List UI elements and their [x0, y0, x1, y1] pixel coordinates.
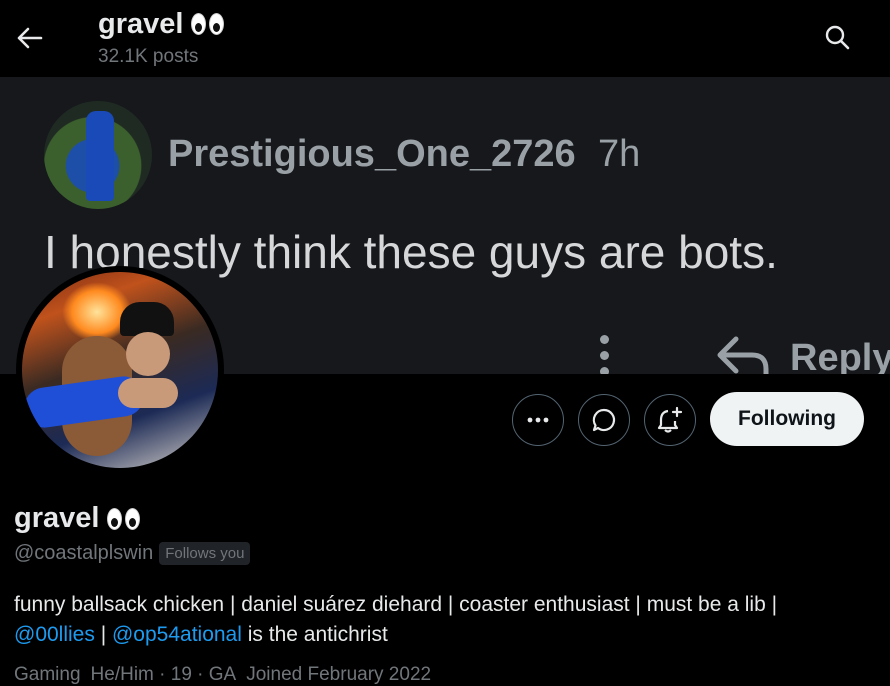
handle-row: @coastalplswin Follows you	[14, 542, 251, 565]
header-title-group: gravel 32.1K posts	[98, 6, 225, 68]
banner-more-icon	[596, 335, 612, 374]
header-name: gravel	[98, 8, 184, 40]
meta-joined: Joined February 2022	[246, 664, 432, 685]
more-dots-icon	[527, 417, 549, 423]
message-icon	[592, 408, 616, 432]
banner-time: 7h	[598, 133, 641, 175]
header-title: gravel	[98, 6, 225, 42]
profile-name: gravel	[14, 502, 141, 535]
back-arrow-icon[interactable]	[14, 22, 46, 54]
bio-mention-2[interactable]: @op54ational	[112, 623, 242, 646]
follows-you-badge: Follows you	[159, 542, 251, 565]
notify-button[interactable]	[644, 394, 696, 446]
message-button[interactable]	[578, 394, 630, 446]
meta-category: Gaming	[14, 664, 81, 685]
profile-meta: Gaming He/Him · 19 · GA Joined February …	[14, 664, 431, 686]
banner-reply-icon	[714, 335, 770, 374]
profile-name-text: gravel	[14, 502, 100, 534]
bio-text-1: funny ballsack chicken | daniel suárez d…	[14, 593, 778, 616]
avatar-photo	[22, 272, 218, 468]
bio-mention-1[interactable]: @00llies	[14, 623, 95, 646]
bell-plus-icon	[657, 406, 683, 433]
banner-avatar	[44, 101, 152, 209]
bio-separator: |	[94, 623, 112, 646]
profile-avatar[interactable]	[16, 266, 224, 474]
profile-handle: @coastalplswin	[14, 542, 154, 564]
profile-bio: funny ballsack chicken | daniel suárez d…	[14, 590, 874, 650]
banner-reply-label: Reply	[790, 337, 890, 374]
meta-location: He/Him · 19 · GA	[90, 664, 237, 685]
eyes-emoji-icon	[107, 507, 141, 530]
posts-count: 32.1K posts	[98, 46, 199, 67]
following-button[interactable]: Following	[710, 392, 864, 446]
bio-text-2: is the antichrist	[241, 623, 388, 646]
banner-username: Prestigious_One_2726	[168, 133, 576, 175]
search-icon[interactable]	[822, 22, 852, 52]
top-bar: gravel 32.1K posts	[0, 0, 890, 77]
eyes-emoji-icon	[191, 13, 225, 35]
more-button[interactable]	[512, 394, 564, 446]
